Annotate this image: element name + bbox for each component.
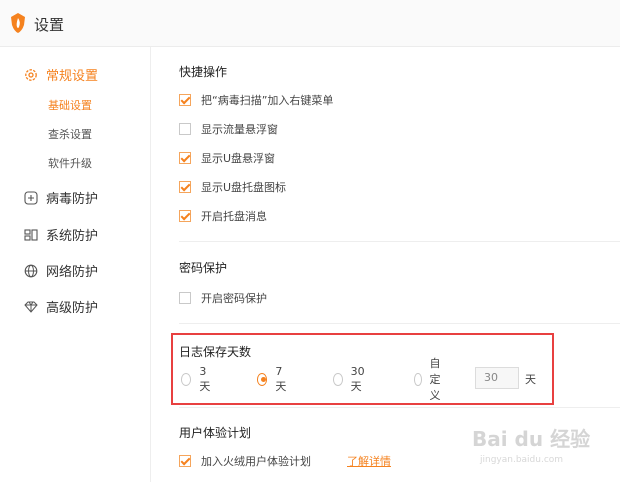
globe-icon — [24, 264, 38, 277]
sidebar-item-label: 高级防护 — [46, 301, 99, 316]
section-title-password: 密码保护 — [179, 261, 228, 275]
section-title-experience: 用户体验计划 — [179, 426, 252, 440]
title-bar: 设置 — [0, 0, 620, 47]
section-title-shortcuts: 快捷操作 — [179, 65, 228, 79]
learn-more-link[interactable]: 了解详情 — [347, 453, 391, 469]
checkbox-label: 开启托盘消息 — [201, 210, 267, 223]
sidebar-item-virus-protection[interactable]: 病毒防护 — [24, 188, 98, 207]
checkbox-experience-plan[interactable] — [179, 455, 191, 467]
checkbox-row[interactable]: 开启托盘消息 — [179, 208, 267, 224]
sidebar-subitem-basic[interactable]: 基础设置 — [48, 97, 92, 113]
divider — [179, 323, 620, 324]
checkbox-row[interactable]: 加入火绒用户体验计划 了解详情 — [179, 453, 391, 469]
checkbox-row[interactable]: 开启密码保护 — [179, 290, 267, 306]
checkbox-usb-tray-icon[interactable] — [179, 181, 191, 193]
checkbox-row[interactable]: 显示U盘托盘图标 — [179, 179, 286, 195]
checkbox-password-protection[interactable] — [179, 292, 191, 304]
sidebar: 常规设置 基础设置 查杀设置 软件升级 病毒防护 系统防护 网络防护 高级防护 — [0, 47, 151, 482]
checkbox-label: 显示U盘托盘图标 — [201, 181, 287, 194]
gear-icon — [25, 68, 37, 81]
sidebar-subitem-scan[interactable]: 查杀设置 — [48, 126, 92, 142]
window-title: 设置 — [34, 16, 65, 34]
checkbox-context-menu-scan[interactable] — [179, 94, 191, 106]
divider — [179, 407, 620, 408]
checkbox-traffic-float[interactable] — [179, 123, 191, 135]
sidebar-item-general-settings[interactable]: 常规设置 — [24, 65, 98, 84]
sidebar-item-label: 病毒防护 — [46, 192, 99, 207]
checkbox-tray-messages[interactable] — [179, 210, 191, 222]
sidebar-item-label: 常规设置 — [46, 69, 99, 84]
plus-box-icon — [24, 190, 38, 205]
grid-icon — [24, 228, 38, 241]
sidebar-item-advanced-protection[interactable]: 高级防护 — [24, 297, 98, 316]
sidebar-subitem-upgrade[interactable]: 软件升级 — [48, 155, 92, 171]
checkbox-label: 加入火绒用户体验计划 — [201, 455, 311, 468]
diamond-icon — [24, 301, 38, 313]
checkbox-row[interactable]: 把“病毒扫描”加入右键菜单 — [179, 92, 333, 108]
checkbox-label: 开启密码保护 — [201, 292, 267, 305]
highlight-frame — [171, 333, 554, 405]
checkbox-label: 显示U盘悬浮窗 — [201, 152, 276, 165]
settings-content: 快捷操作 把“病毒扫描”加入右键菜单 显示流量悬浮窗 显示U盘悬浮窗 显示U盘托… — [151, 47, 620, 482]
divider — [179, 241, 620, 242]
watermark-url: jingyan.baidu.com — [480, 455, 564, 465]
sidebar-item-network-protection[interactable]: 网络防护 — [24, 261, 98, 280]
watermark-logo: Bai du 经验 — [472, 427, 591, 451]
checkbox-row[interactable]: 显示U盘悬浮窗 — [179, 150, 275, 166]
checkbox-label: 把“病毒扫描”加入右键菜单 — [201, 94, 334, 107]
checkbox-label: 显示流量悬浮窗 — [201, 123, 278, 136]
sidebar-item-system-protection[interactable]: 系统防护 — [24, 225, 98, 244]
sidebar-item-label: 网络防护 — [46, 265, 99, 280]
shield-flame-logo-icon — [11, 13, 25, 33]
checkbox-usb-float[interactable] — [179, 152, 191, 164]
checkbox-row[interactable]: 显示流量悬浮窗 — [179, 121, 278, 137]
sidebar-item-label: 系统防护 — [46, 229, 99, 244]
